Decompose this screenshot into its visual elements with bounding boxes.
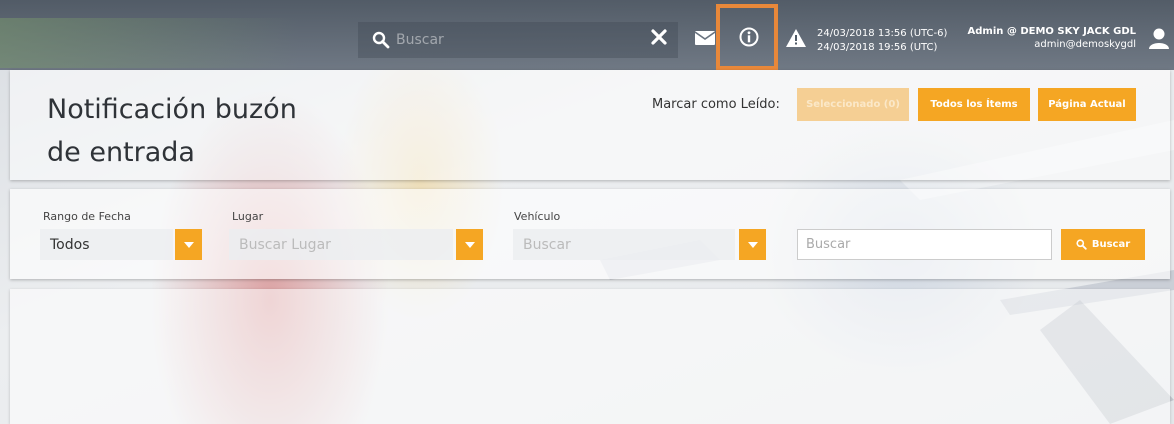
vehicle-label: Vehículo (514, 210, 561, 223)
mark-all-items-button[interactable]: Todos los Ítems (918, 88, 1030, 121)
chevron-down-icon (464, 241, 475, 248)
user-email: admin@demoskygdl (1034, 39, 1136, 50)
page-title: Notificación buzón de entrada (47, 88, 347, 174)
page-title-line-2: de entrada (47, 137, 195, 168)
date-range-select[interactable]: Todos (40, 229, 173, 260)
date-range-label: Rango de Fecha (43, 210, 131, 223)
top-search-input[interactable] (396, 27, 636, 53)
user-info[interactable]: Admin @ DEMO SKY JACK GDL admin@demoskyg… (968, 25, 1136, 51)
datetime-local: 24/03/2018 13:56 (UTC-6) (817, 28, 948, 39)
vehicle-dropdown-button[interactable] (739, 229, 766, 260)
datetime-utc: 24/03/2018 19:56 (UTC) (817, 42, 938, 53)
mark-current-page-button[interactable]: Página Actual (1038, 88, 1136, 121)
mark-selected-button[interactable]: Seleccionado (0) (797, 88, 909, 121)
place-label: Lugar (232, 210, 264, 223)
vehicle-select[interactable]: Buscar (513, 229, 735, 260)
date-range-dropdown-button[interactable] (175, 229, 202, 260)
mark-as-read-label: Marcar como Leído: (652, 97, 780, 112)
mail-icon[interactable] (695, 31, 715, 45)
filter-search-button-label: Buscar (1091, 239, 1131, 250)
user-icon[interactable] (1148, 27, 1170, 49)
place-select[interactable]: Buscar Lugar (229, 229, 453, 260)
top-bar-background (0, 18, 300, 68)
chevron-down-icon (747, 241, 758, 248)
search-icon (1076, 239, 1087, 250)
place-dropdown-button[interactable] (456, 229, 483, 260)
search-icon[interactable] (372, 31, 390, 49)
close-icon[interactable] (650, 28, 668, 46)
notifications-content-panel (10, 289, 1170, 424)
chevron-down-icon (183, 241, 194, 248)
warning-icon[interactable] (786, 29, 806, 47)
filter-search-input[interactable] (797, 229, 1052, 260)
info-icon[interactable] (739, 27, 759, 47)
user-name: Admin @ DEMO SKY JACK GDL (967, 26, 1136, 37)
filter-search-button[interactable]: Buscar (1061, 229, 1145, 260)
datetime-display: 24/03/2018 13:56 (UTC-6) 24/03/2018 19:5… (817, 27, 947, 55)
page-title-line-1: Notificación buzón (47, 94, 297, 125)
